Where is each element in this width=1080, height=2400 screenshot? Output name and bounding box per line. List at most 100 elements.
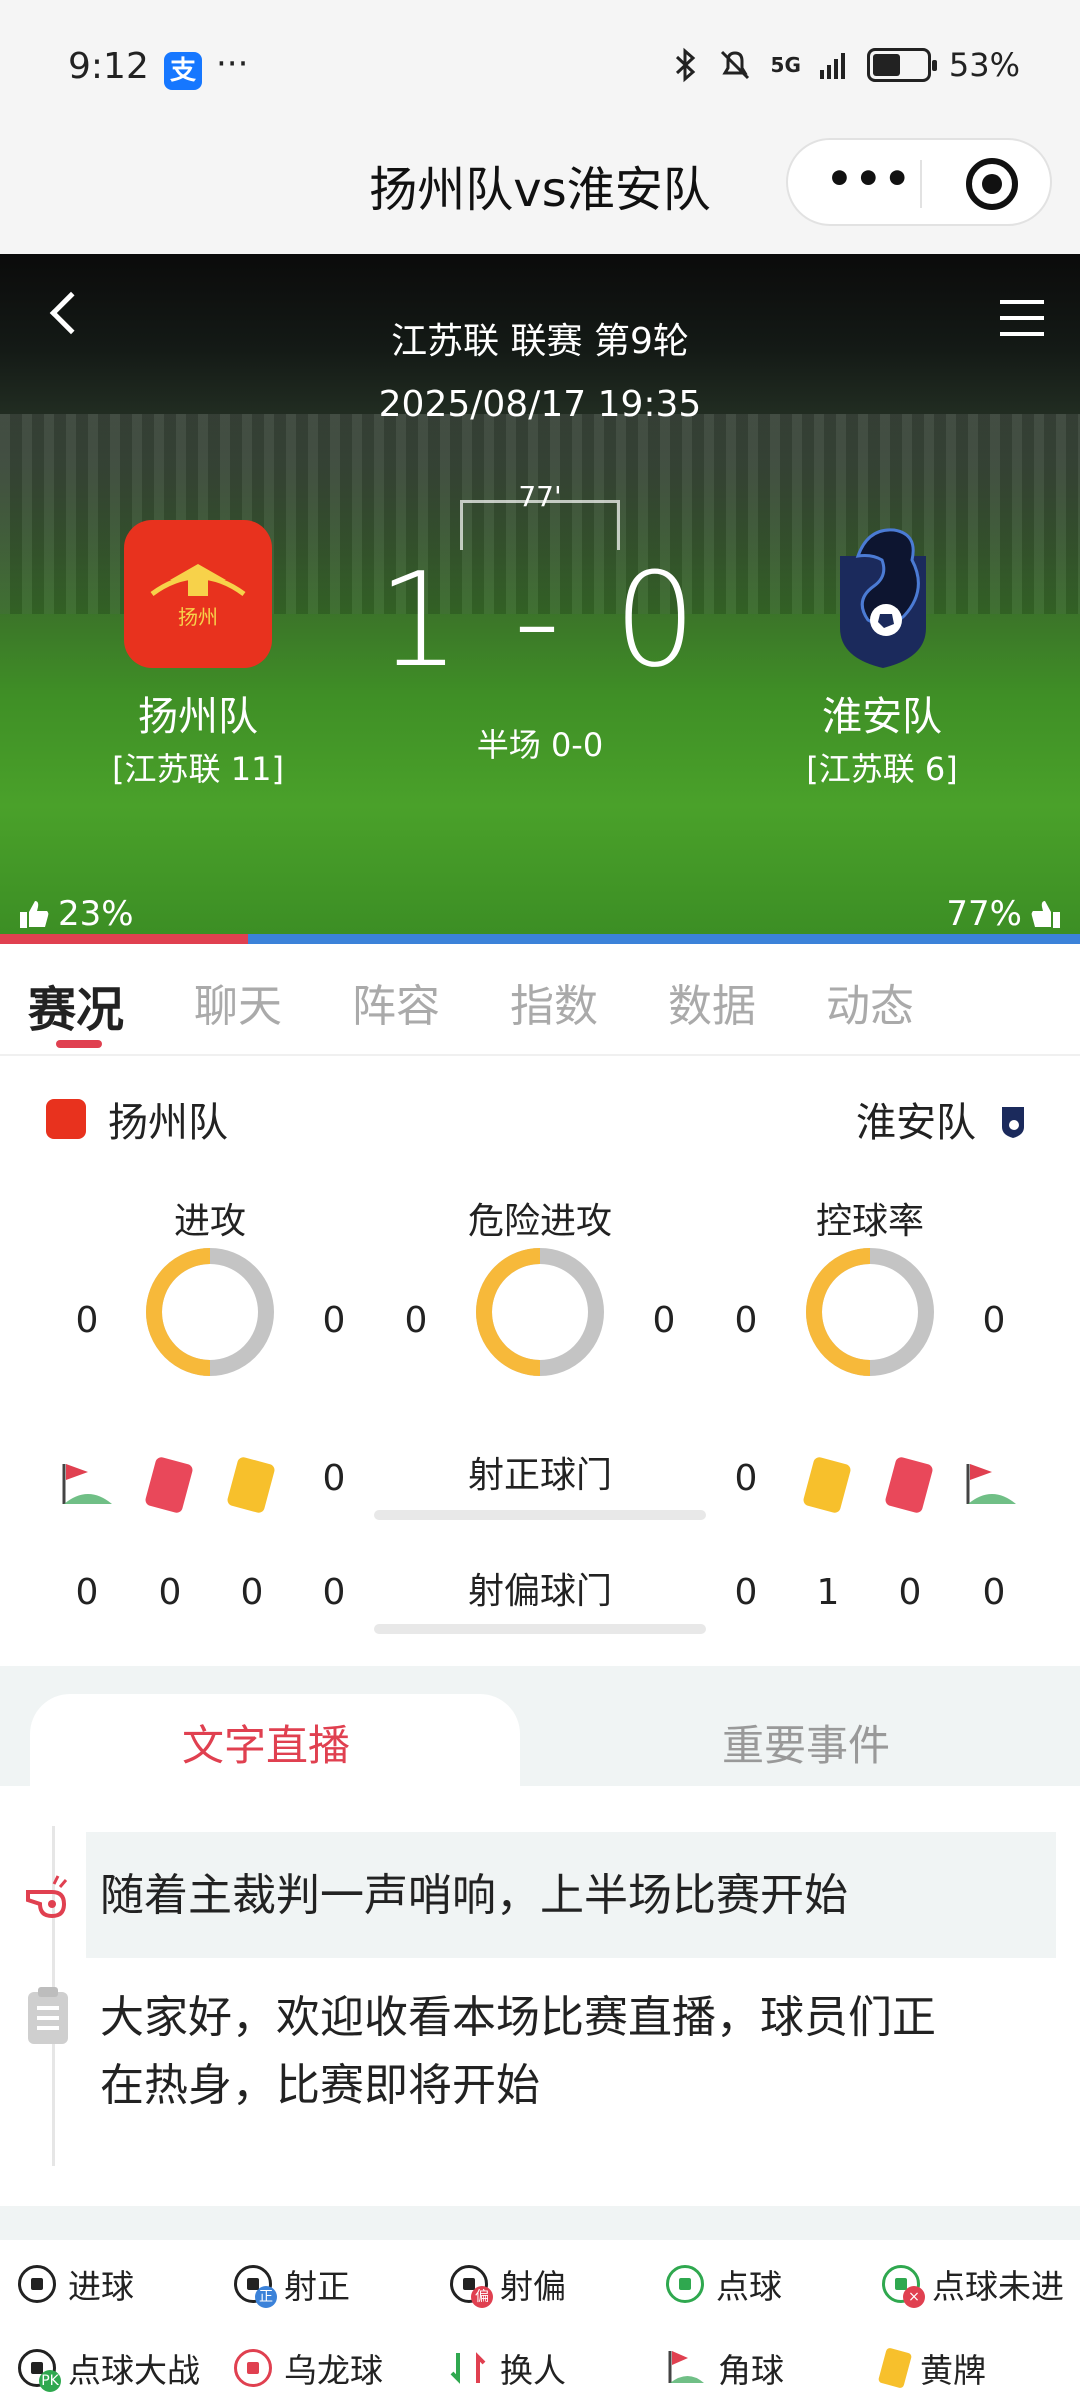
legend-own-goal-label: 乌龙球 xyxy=(284,2351,383,2390)
battery-icon xyxy=(866,48,937,82)
home-yellow-cards: 0 xyxy=(240,1572,264,1613)
status-time: 9:12 xyxy=(68,46,149,87)
yellow-card-icon xyxy=(226,1455,276,1515)
away-red-cards: 0 xyxy=(898,1572,922,1613)
status-bar: 9:12 支 ··· 5G 53% xyxy=(0,0,1080,130)
thumbs-up-icon xyxy=(1031,901,1060,928)
thumbs-up-icon xyxy=(20,901,49,928)
home-yellow-count: 0 xyxy=(322,1458,346,1499)
stat-possession-ring xyxy=(806,1248,934,1376)
stat-danger-label: 危险进攻 xyxy=(467,1201,612,1242)
match-stats: 扬州队 淮安队 进攻 0 0 危险进攻 0 0 控球率 0 0 0 射正球门 0 xyxy=(0,1056,1080,1666)
match-tabs: 赛况 聊天 阵容 指数 数据 动态 xyxy=(0,944,1080,1056)
legend-own-goal: 乌龙球 xyxy=(234,2344,383,2392)
stat-danger-home: 0 xyxy=(404,1300,428,1341)
match-score: 1 - 0 xyxy=(377,544,703,696)
legend-shot-off-label: 射偏 xyxy=(500,2267,566,2306)
tab-chat[interactable]: 聊天 xyxy=(194,970,282,1034)
tab-overview[interactable]: 赛况 xyxy=(28,970,124,1040)
substitution-icon xyxy=(450,2352,486,2384)
legend-corner: 角球 xyxy=(666,2344,784,2392)
bluetooth-icon xyxy=(675,47,695,83)
tab-lineup[interactable]: 阵容 xyxy=(352,970,440,1034)
shots-on-target-bar xyxy=(374,1510,706,1520)
home-team-rank: [江苏联 11] xyxy=(112,750,284,788)
miniprogram-capsule: ••• xyxy=(786,138,1052,226)
network-type: 5G xyxy=(770,53,801,77)
own-goal-icon xyxy=(234,2349,272,2387)
stats-away-team-name: 淮安队 xyxy=(856,1100,976,1146)
tab-text-live[interactable]: 文字直播 xyxy=(182,1712,350,1773)
legend-corner-label: 角球 xyxy=(718,2351,784,2390)
clipboard-icon xyxy=(28,1987,68,2044)
close-miniprogram-button[interactable] xyxy=(966,158,1018,210)
home-vote-percent: 23% xyxy=(58,894,134,934)
legend-shot-off: 偏射偏 xyxy=(450,2260,566,2308)
live-feed: 随着主裁判一声哨响，上半场比赛开始 大家好，欢迎收看本场比赛直播，球员们正 在热… xyxy=(0,1786,1080,2206)
home-corners: 0 xyxy=(75,1572,99,1613)
feed-item-text: 随着主裁判一声哨响，上半场比赛开始 xyxy=(100,1870,848,1921)
tab-key-events[interactable]: 重要事件 xyxy=(722,1712,890,1773)
corner-flag-icon xyxy=(62,1464,112,1504)
legend-shootout-label: 点球大战 xyxy=(68,2351,200,2390)
event-legend: 进球 正射正 偏射偏 点球 × 点球未进 PK 点球大战 乌龙球 换人 角球 黄牌 xyxy=(0,2240,1080,2400)
status-indicators: 5G 53% xyxy=(673,46,1020,84)
stats-away-team: 淮安队 xyxy=(856,1090,1028,1148)
football-icon xyxy=(18,2265,56,2303)
tab-news[interactable]: 动态 xyxy=(826,970,914,1034)
mute-bell-icon xyxy=(720,50,749,80)
alipay-icon: 支 xyxy=(164,52,202,90)
legend-goal: 进球 xyxy=(18,2260,134,2308)
corner-flag-icon xyxy=(966,1464,1016,1504)
title-bar: 扬州队vs淮安队 ••• xyxy=(0,130,1080,254)
legend-penalty-missed: × 点球未进 xyxy=(882,2260,1064,2308)
yellow-card-icon xyxy=(877,2347,913,2389)
stat-attack-label: 进攻 xyxy=(173,1201,246,1242)
away-vote[interactable]: 77% xyxy=(946,894,1062,934)
home-support-fill xyxy=(0,934,249,944)
away-yellow-count: 0 xyxy=(734,1458,758,1499)
stat-possession-label: 控球率 xyxy=(815,1201,924,1242)
penalty-missed-icon: × xyxy=(882,2265,925,2308)
stat-attack-ring xyxy=(146,1248,274,1376)
shot-on-icon: 正 xyxy=(234,2265,277,2308)
feed-item-text-line1: 大家好，欢迎收看本场比赛直播，球员们正 xyxy=(100,1992,936,2043)
away-corners: 0 xyxy=(982,1572,1006,1613)
legend-yellow-card-label: 黄牌 xyxy=(920,2351,986,2390)
league-round: 江苏联 联赛 第9轮 xyxy=(391,321,689,362)
stat-possession-away: 0 xyxy=(982,1300,1006,1341)
home-team-name[interactable]: 扬州队 xyxy=(48,684,348,742)
legend-penalty-label: 点球 xyxy=(716,2267,782,2306)
tab-odds[interactable]: 指数 xyxy=(510,970,598,1034)
legend-substitution: 换人 xyxy=(450,2344,566,2392)
match-header: 江苏联 联赛 第9轮 2025/08/17 19:35 77' 扬州 1 - 0… xyxy=(0,254,1080,944)
stats-home-team-name: 扬州队 xyxy=(108,1100,228,1146)
away-team-name[interactable]: 淮安队 xyxy=(732,684,1032,742)
tab-stats[interactable]: 数据 xyxy=(668,970,756,1034)
shots-off-target-bar xyxy=(374,1624,706,1634)
home-shots-off: 0 xyxy=(322,1572,346,1613)
away-shots-off: 0 xyxy=(734,1572,758,1613)
stat-danger-ring xyxy=(476,1248,604,1376)
feed-item-text-line2: 在热身，比赛即将开始 xyxy=(100,2060,540,2111)
legend-penalty: 点球 xyxy=(666,2260,782,2308)
yellow-card-icon xyxy=(802,1455,852,1515)
shots-on-target-label: 射正球门 xyxy=(467,1455,612,1496)
away-yellow-cards: 1 xyxy=(816,1572,840,1613)
home-vote[interactable]: 23% xyxy=(18,894,134,934)
notification-dots-icon: ··· xyxy=(216,44,249,84)
home-red-cards: 0 xyxy=(158,1572,182,1613)
stat-attack-away: 0 xyxy=(322,1300,346,1341)
legend-goal-label: 进球 xyxy=(68,2267,134,2306)
signal-icon xyxy=(819,53,845,79)
legend-substitution-label: 换人 xyxy=(500,2351,566,2390)
penalty-icon xyxy=(666,2265,704,2303)
whistle-icon xyxy=(26,1875,68,1919)
more-button[interactable]: ••• xyxy=(826,158,913,200)
corner-flag-icon xyxy=(668,2351,704,2383)
legend-shootout: PK 点球大战 xyxy=(18,2344,200,2392)
shot-off-icon: 偏 xyxy=(450,2265,493,2308)
active-tab-indicator xyxy=(56,1040,102,1048)
red-card-icon xyxy=(884,1455,934,1515)
away-team-mini-logo xyxy=(1002,1107,1024,1138)
